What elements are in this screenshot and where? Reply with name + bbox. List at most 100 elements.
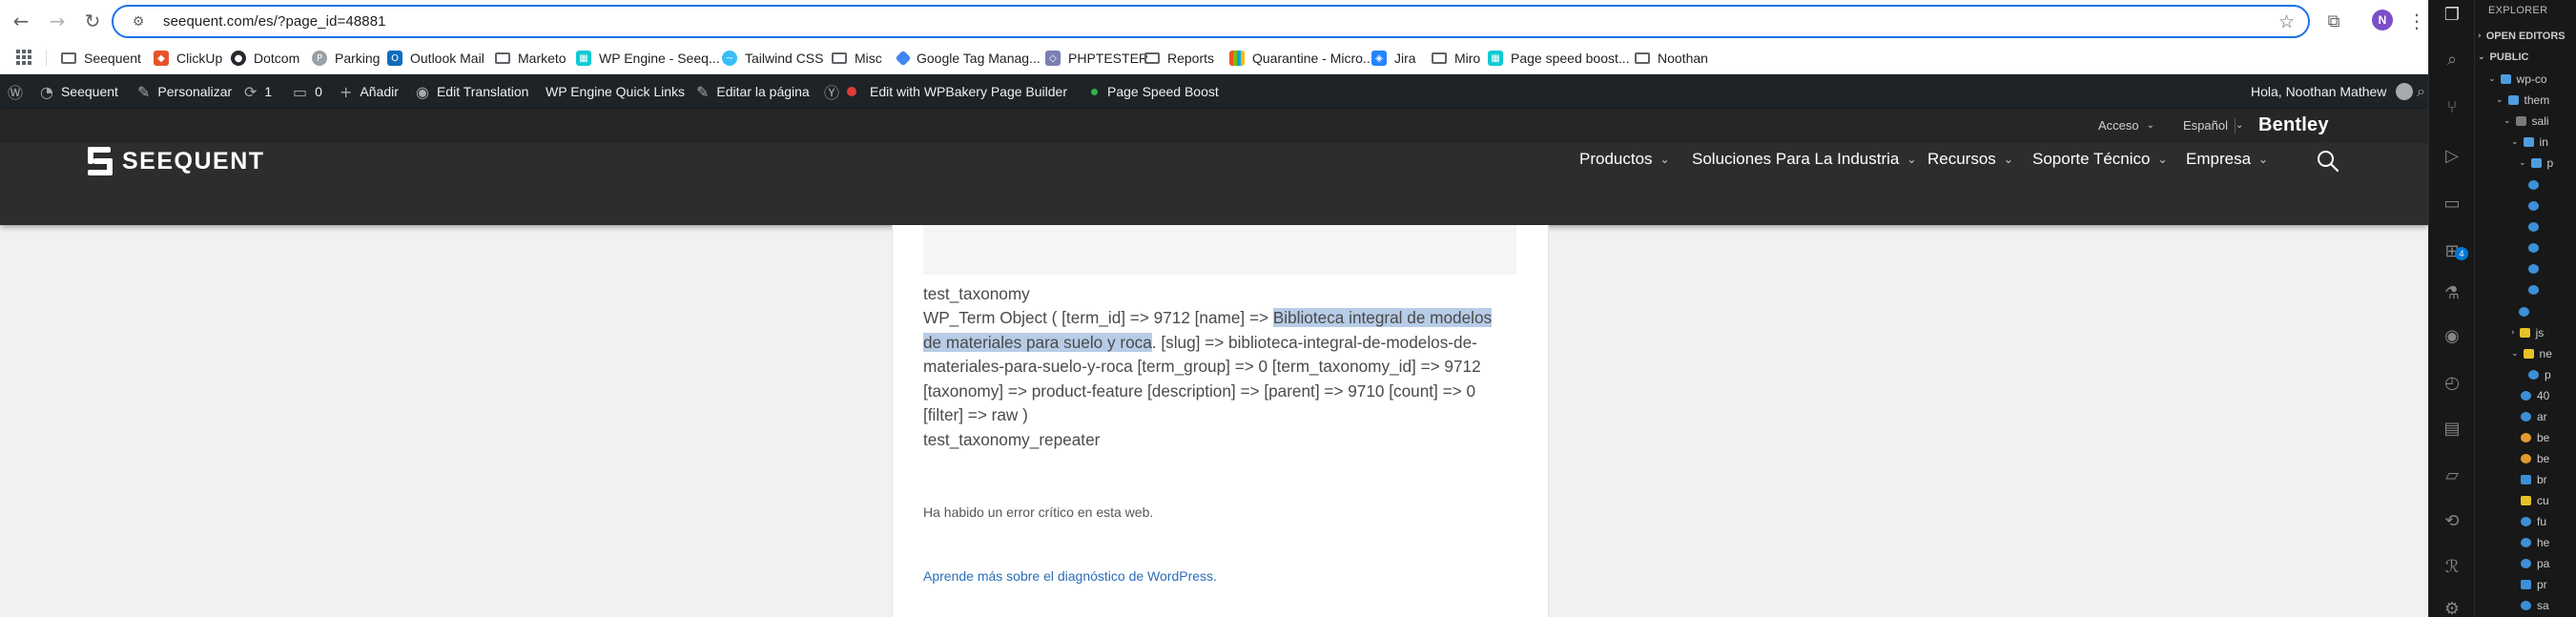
testing-flask-icon[interactable]: ⚗ bbox=[2442, 282, 2463, 303]
nav-empresa[interactable]: Empresa ⌄ bbox=[2186, 147, 2268, 172]
admin-bar-search[interactable]: ⌕ bbox=[2417, 74, 2428, 109]
tree-item[interactable] bbox=[2528, 217, 2545, 237]
reload-button[interactable]: ↻ bbox=[79, 8, 106, 34]
tree-item[interactable]: ⌄ in bbox=[2511, 133, 2548, 152]
status-dot-icon bbox=[1091, 88, 1098, 95]
remote-explorer-icon[interactable]: ▭ bbox=[2442, 193, 2463, 214]
tree-item[interactable]: ⌄ them bbox=[2496, 91, 2549, 110]
admin-bar-site-name[interactable]: ◔ Seequent bbox=[40, 74, 118, 109]
wpengine-icon: ▦ bbox=[576, 51, 591, 66]
bookmark-label: Miro bbox=[1454, 51, 1481, 66]
tree-item[interactable]: be bbox=[2521, 449, 2549, 468]
admin-bar-wpe-quick-links[interactable]: WP Engine Quick Links bbox=[546, 74, 685, 109]
tree-label: pa bbox=[2537, 557, 2550, 570]
nav-productos[interactable]: Productos ⌄ bbox=[1579, 147, 1670, 172]
source-control-icon[interactable]: ⑂ bbox=[2442, 96, 2463, 117]
bookmark-page-speed[interactable]: ▦ Page speed boost... bbox=[1488, 48, 1630, 69]
bookmark-jira[interactable]: ◈ Jira bbox=[1371, 48, 1416, 69]
bookmark-marketo[interactable]: Marketo bbox=[495, 48, 567, 69]
admin-bar-wpbakery[interactable]: Ⓨ Edit with WPBakery Page Builder bbox=[824, 74, 1067, 109]
browser-menu-icon[interactable]: ⋮ bbox=[2403, 8, 2428, 34]
apps-grid-icon[interactable] bbox=[15, 49, 32, 66]
tree-item[interactable]: ⌄ PUBLIC bbox=[2478, 48, 2529, 67]
tree-label: them bbox=[2524, 93, 2550, 107]
timeline-icon[interactable]: ◴ bbox=[2442, 372, 2463, 393]
nav-soporte-tecnico[interactable]: Soporte Técnico ⌄ bbox=[2032, 147, 2168, 172]
bentley-logo[interactable]: Bentley bbox=[2258, 114, 2329, 136]
admin-bar-page-speed[interactable]: Page Speed Boost bbox=[1091, 74, 1219, 109]
seequent-logo[interactable]: SEEQUENT bbox=[84, 145, 265, 177]
admin-bar-new[interactable]: + Añadir bbox=[340, 74, 399, 109]
tree-item[interactable]: ⌄ sali bbox=[2504, 112, 2549, 131]
forward-button[interactable]: → bbox=[44, 8, 71, 34]
github-icon[interactable]: ◉ bbox=[2442, 325, 2463, 346]
tree-item[interactable] bbox=[2528, 280, 2545, 299]
search-icon[interactable] bbox=[2316, 149, 2340, 174]
tree-item[interactable] bbox=[2519, 302, 2535, 321]
bookmark-tailwind[interactable]: ~ Tailwind CSS bbox=[722, 48, 823, 69]
bookmark-outlook-mail[interactable]: O Outlook Mail bbox=[387, 48, 484, 69]
wp-diagnostics-link[interactable]: Aprende más sobre el diagnóstico de Word… bbox=[923, 568, 1217, 584]
bookmark-phptester[interactable]: ◇ PHPTESTER bbox=[1045, 48, 1148, 69]
bookmark-miro[interactable]: Miro bbox=[1432, 48, 1480, 69]
nav-soluciones[interactable]: Soluciones Para La Industria ⌄ bbox=[1692, 147, 1916, 172]
admin-bar-updates[interactable]: ⟳ 1 bbox=[244, 74, 272, 109]
bookmark-misc[interactable]: Misc bbox=[832, 48, 882, 69]
bookmark-reports[interactable]: Reports bbox=[1144, 48, 1214, 69]
tree-item[interactable] bbox=[2528, 238, 2545, 257]
bookmark-dotcom[interactable]: ● Dotcom bbox=[231, 48, 299, 69]
tree-item[interactable]: cu bbox=[2521, 491, 2549, 510]
admin-bar-edit-translation[interactable]: ◉ Edit Translation bbox=[416, 74, 528, 109]
tree-item[interactable] bbox=[2528, 175, 2545, 195]
search-icon[interactable]: ⌕ bbox=[2442, 49, 2463, 70]
wp-logo-menu[interactable]: Ⓦ bbox=[8, 74, 31, 109]
tree-item[interactable] bbox=[2528, 196, 2545, 216]
tree-label: js bbox=[2535, 326, 2545, 339]
bookmark-google-tag-manager[interactable]: Google Tag Manag... bbox=[895, 48, 1041, 69]
site-info-icon[interactable]: ⚙ bbox=[129, 12, 148, 31]
settings-icon[interactable]: ⚙ bbox=[2442, 598, 2463, 617]
tree-item[interactable]: sa bbox=[2521, 596, 2549, 615]
admin-bar-comments[interactable]: ▭ 0 bbox=[293, 74, 322, 109]
bookmark-seequent[interactable]: Seequent bbox=[61, 48, 141, 69]
tree-item[interactable]: pr bbox=[2521, 575, 2547, 594]
admin-bar-customize[interactable]: ✎ Personalizar bbox=[137, 74, 232, 109]
admin-bar-edit-page[interactable]: ✎ Editar la página bbox=[696, 74, 810, 109]
nav-recursos[interactable]: Recursos ⌄ bbox=[1927, 147, 2013, 172]
bookmark-wp-engine[interactable]: ▦ WP Engine - Seeq... bbox=[576, 48, 720, 69]
deploy-icon[interactable]: ⟲ bbox=[2442, 510, 2463, 531]
back-button[interactable]: ← bbox=[8, 8, 34, 34]
folder-icon[interactable]: ▱ bbox=[2442, 464, 2463, 485]
tree-item[interactable]: ar bbox=[2521, 407, 2547, 426]
database-icon[interactable]: ▤ bbox=[2442, 418, 2463, 439]
explorer-files-icon[interactable]: ❐ bbox=[2442, 4, 2463, 25]
tree-item[interactable]: he bbox=[2521, 533, 2549, 552]
tree-item[interactable]: br bbox=[2521, 470, 2547, 489]
tree-item[interactable]: p bbox=[2528, 365, 2551, 384]
bookmark-star-icon[interactable]: ☆ bbox=[2278, 11, 2295, 32]
extensions-puzzle-icon[interactable]: ⧉ bbox=[2320, 8, 2347, 34]
tree-item[interactable]: ⌄ p bbox=[2519, 154, 2553, 173]
access-dropdown[interactable]: Acceso ⌄ bbox=[2098, 118, 2154, 133]
bookmark-label: Outlook Mail bbox=[410, 51, 484, 66]
tree-label: be bbox=[2537, 452, 2550, 465]
tree-item[interactable] bbox=[2528, 259, 2545, 278]
tree-item[interactable]: › js bbox=[2511, 323, 2544, 342]
bookmark-quarantine[interactable]: Quarantine - Micro... bbox=[1229, 48, 1374, 69]
bookmark-clickup[interactable]: ◆ ClickUp bbox=[154, 48, 222, 69]
tree-item[interactable]: fu bbox=[2521, 512, 2546, 531]
bookmark-noothan[interactable]: Noothan bbox=[1635, 48, 1708, 69]
address-bar[interactable]: ⚙ seequent.com/es/?page_id=48881 ☆ bbox=[112, 5, 2310, 38]
tree-item[interactable]: be bbox=[2521, 428, 2549, 447]
run-debug-icon[interactable]: ▷ bbox=[2442, 145, 2463, 166]
copilot-icon[interactable]: ℛ bbox=[2442, 556, 2463, 577]
bookmarks-bar: Seequent ◆ ClickUp ● Dotcom P Parking O Outl… bbox=[0, 42, 2428, 74]
tree-item[interactable]: ⌄ wp-co bbox=[2488, 70, 2547, 89]
admin-bar-my-account[interactable]: Hola, Noothan Mathew bbox=[2251, 74, 2414, 109]
tree-item[interactable]: pa bbox=[2521, 554, 2549, 573]
tree-item[interactable]: 40 bbox=[2521, 386, 2549, 405]
bookmark-parking[interactable]: P Parking bbox=[312, 48, 380, 69]
open-editors-section[interactable]: › OPEN EDITORS bbox=[2478, 27, 2566, 46]
tree-item[interactable]: ⌄ ne bbox=[2511, 344, 2552, 363]
profile-avatar[interactable]: N bbox=[2372, 10, 2393, 31]
